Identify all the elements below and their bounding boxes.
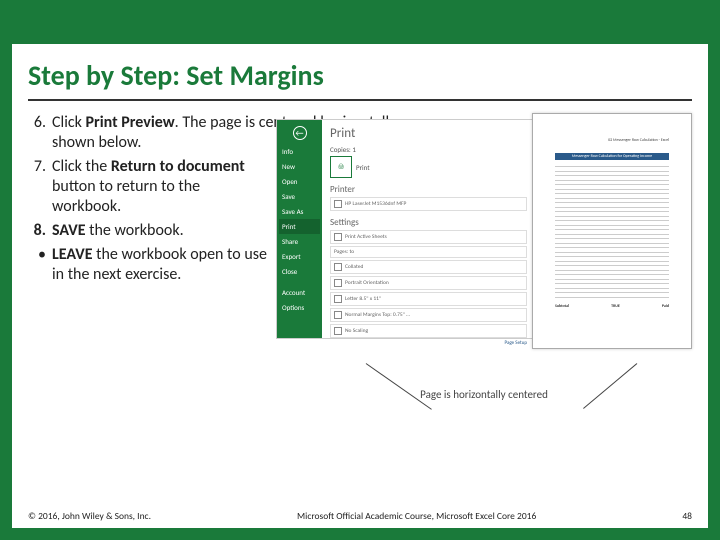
printer-small-icon: [334, 200, 342, 208]
copies-row: Copies: 1: [330, 145, 527, 154]
setting-collated[interactable]: Collated: [330, 260, 527, 274]
setting-orientation[interactable]: Portrait Orientation: [330, 276, 527, 290]
preview-table: [555, 162, 669, 298]
step-8: 8. SAVE the workbook.: [28, 221, 268, 241]
nav-open[interactable]: Open: [279, 174, 320, 189]
sheets-icon: [334, 233, 342, 241]
step-6: 6. Click Print Preview. The page is cent…: [28, 113, 268, 153]
printer-section-label: Printer: [330, 184, 527, 195]
slide-content: Step by Step: Set Margins 6. Click Print…: [28, 58, 692, 413]
slide-footer: © 2016, John Wiley & Sons, Inc. Microsof…: [28, 510, 692, 522]
collate-icon: [334, 263, 342, 271]
setting-paper[interactable]: Letter 8.5" x 11": [330, 292, 527, 306]
settings-section-label: Settings: [330, 217, 527, 228]
excel-backstage: ← Info New Open Save Save As Print Share…: [276, 119, 536, 339]
nav-save[interactable]: Save: [279, 189, 320, 204]
setting-label: Pages: to: [334, 249, 354, 255]
step-text: Click the Return to document button to r…: [52, 157, 268, 217]
setting-scaling[interactable]: No Scaling: [330, 324, 527, 338]
body-row: 6. Click Print Preview. The page is cent…: [28, 113, 692, 413]
nav-account[interactable]: Account: [279, 285, 320, 300]
printer-select[interactable]: HP LaserJet M1536dnf MFP: [330, 197, 527, 211]
preview-footer-row: Subtotal TRUE Paid: [555, 304, 669, 309]
text: shown below.: [52, 133, 141, 152]
preview-banner: Messenger Row Calculation for Operating …: [555, 153, 669, 160]
nav-info[interactable]: Info: [279, 144, 320, 159]
figure-caption: Page is horizontally centered: [276, 388, 692, 401]
step-bullet-marker: •: [28, 245, 52, 285]
callout-line-right: [583, 363, 637, 409]
orientation-icon: [334, 279, 342, 287]
footer-copyright: © 2016, John Wiley & Sons, Inc.: [28, 510, 151, 522]
setting-label: Normal Margins Top: 0.75" …: [345, 312, 410, 318]
setting-label: Print Active Sheets: [345, 234, 387, 240]
setting-label: Portrait Orientation: [345, 280, 389, 286]
setting-margins[interactable]: Normal Margins Top: 0.75" …: [330, 308, 527, 322]
nav-close[interactable]: Close: [279, 264, 320, 279]
printer-name: HP LaserJet M1536dnf MFP: [345, 201, 406, 207]
setting-label: Letter 8.5" x 11": [345, 296, 381, 302]
nav-save-as[interactable]: Save As: [279, 204, 320, 219]
print-panel: Print Copies: 1 🖨 Print Printer HP Laser…: [322, 120, 535, 338]
step-text: SAVE the workbook.: [52, 221, 268, 241]
copies-label: Copies: 1: [330, 145, 356, 154]
print-preview-sheet: 02 Messenger Row Calculation - Excel Mes…: [532, 113, 692, 349]
step-number: 6.: [28, 113, 52, 153]
print-heading: Print: [330, 126, 527, 141]
preview-foot-left: Subtotal: [555, 304, 569, 309]
backstage-nav: ← Info New Open Save Save As Print Share…: [277, 120, 322, 338]
nav-options[interactable]: Options: [279, 300, 320, 315]
preview-foot-right: Paid: [662, 304, 669, 309]
footer-page-number: 48: [682, 510, 692, 522]
setting-active-sheets[interactable]: Print Active Sheets: [330, 230, 527, 244]
setting-label: No Scaling: [345, 328, 368, 334]
step-text: LEAVE the workbook open to use in the ne…: [52, 245, 268, 285]
bold-text: Print Preview: [86, 113, 175, 132]
setting-pages[interactable]: Pages: to: [330, 246, 527, 258]
callout-line-left: [366, 363, 432, 410]
scaling-icon: [334, 327, 342, 335]
step-7: 7. Click the Return to document button t…: [28, 157, 268, 217]
nav-share[interactable]: Share: [279, 234, 320, 249]
print-button-label: Print: [356, 163, 370, 172]
preview-header: 02 Messenger Row Calculation - Excel: [555, 138, 669, 143]
nav-print[interactable]: Print: [279, 219, 320, 234]
setting-label: Collated: [345, 264, 363, 270]
nav-new[interactable]: New: [279, 159, 320, 174]
page-setup-link[interactable]: Page Setup: [330, 340, 527, 346]
text: Click: [52, 113, 86, 132]
slide-title: Step by Step: Set Margins: [28, 58, 692, 101]
step-number: 7.: [28, 157, 52, 217]
step-bullet: • LEAVE the workbook open to use in the …: [28, 245, 268, 285]
figure: ← Info New Open Save Save As Print Share…: [276, 113, 692, 413]
print-button-row: 🖨 Print: [330, 156, 527, 178]
nav-export[interactable]: Export: [279, 249, 320, 264]
margins-icon: [334, 311, 342, 319]
footer-course: Microsoft Official Academic Course, Micr…: [297, 510, 536, 522]
paper-icon: [334, 295, 342, 303]
preview-foot-mid: TRUE: [611, 304, 620, 309]
steps-list: 6. Click Print Preview. The page is cent…: [28, 113, 268, 413]
printer-icon[interactable]: 🖨: [330, 156, 352, 178]
back-arrow-icon[interactable]: ←: [293, 126, 307, 140]
step-number: 8.: [28, 221, 52, 241]
